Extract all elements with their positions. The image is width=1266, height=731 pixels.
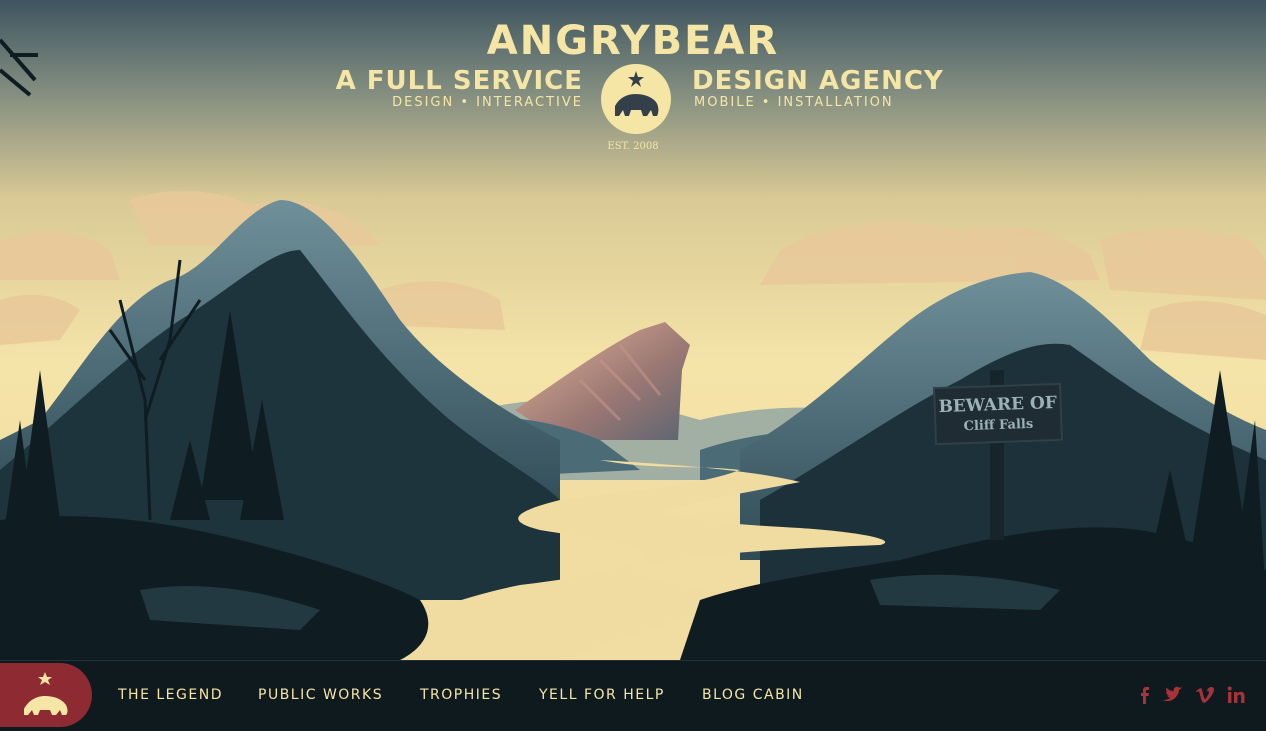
- bear-logo-icon[interactable]: [601, 64, 671, 134]
- nav-item-public-works[interactable]: PUBLIC WORKS: [258, 687, 383, 703]
- nav-item-blog-cabin[interactable]: BLOG CABIN: [702, 687, 804, 703]
- brand-header: ANGRYBEAR A FULL SERVICE DESIGN AGENCY D…: [0, 0, 1266, 160]
- twitter-icon[interactable]: [1161, 683, 1187, 707]
- tagline-right: DESIGN AGENCY: [692, 66, 944, 96]
- established-year: EST. 2008: [607, 141, 659, 152]
- services-right: MOBILE • INSTALLATION: [694, 95, 894, 110]
- nav-item-trophies[interactable]: TROPHIES: [420, 687, 502, 703]
- nav-item-the-legend[interactable]: THE LEGEND: [118, 687, 223, 703]
- services-left: DESIGN • INTERACTIVE: [392, 95, 583, 110]
- bottom-navigation: THE LEGEND PUBLIC WORKS TROPHIES YELL FO…: [0, 660, 1266, 727]
- home-button[interactable]: [0, 663, 92, 727]
- brand-title[interactable]: ANGRYBEAR: [0, 18, 1266, 64]
- linkedin-icon[interactable]: [1224, 683, 1250, 707]
- sign-line-2: Cliff Falls: [963, 416, 1034, 435]
- vimeo-icon[interactable]: [1193, 683, 1219, 707]
- warning-sign: BEWARE OF Cliff Falls: [933, 382, 1063, 446]
- facebook-icon[interactable]: [1132, 683, 1158, 707]
- nav-item-yell-for-help[interactable]: YELL FOR HELP: [539, 687, 665, 703]
- tagline-left: A FULL SERVICE: [335, 66, 583, 96]
- sign-line-1: BEWARE OF: [938, 392, 1058, 418]
- bear-logo-icon: [24, 672, 68, 715]
